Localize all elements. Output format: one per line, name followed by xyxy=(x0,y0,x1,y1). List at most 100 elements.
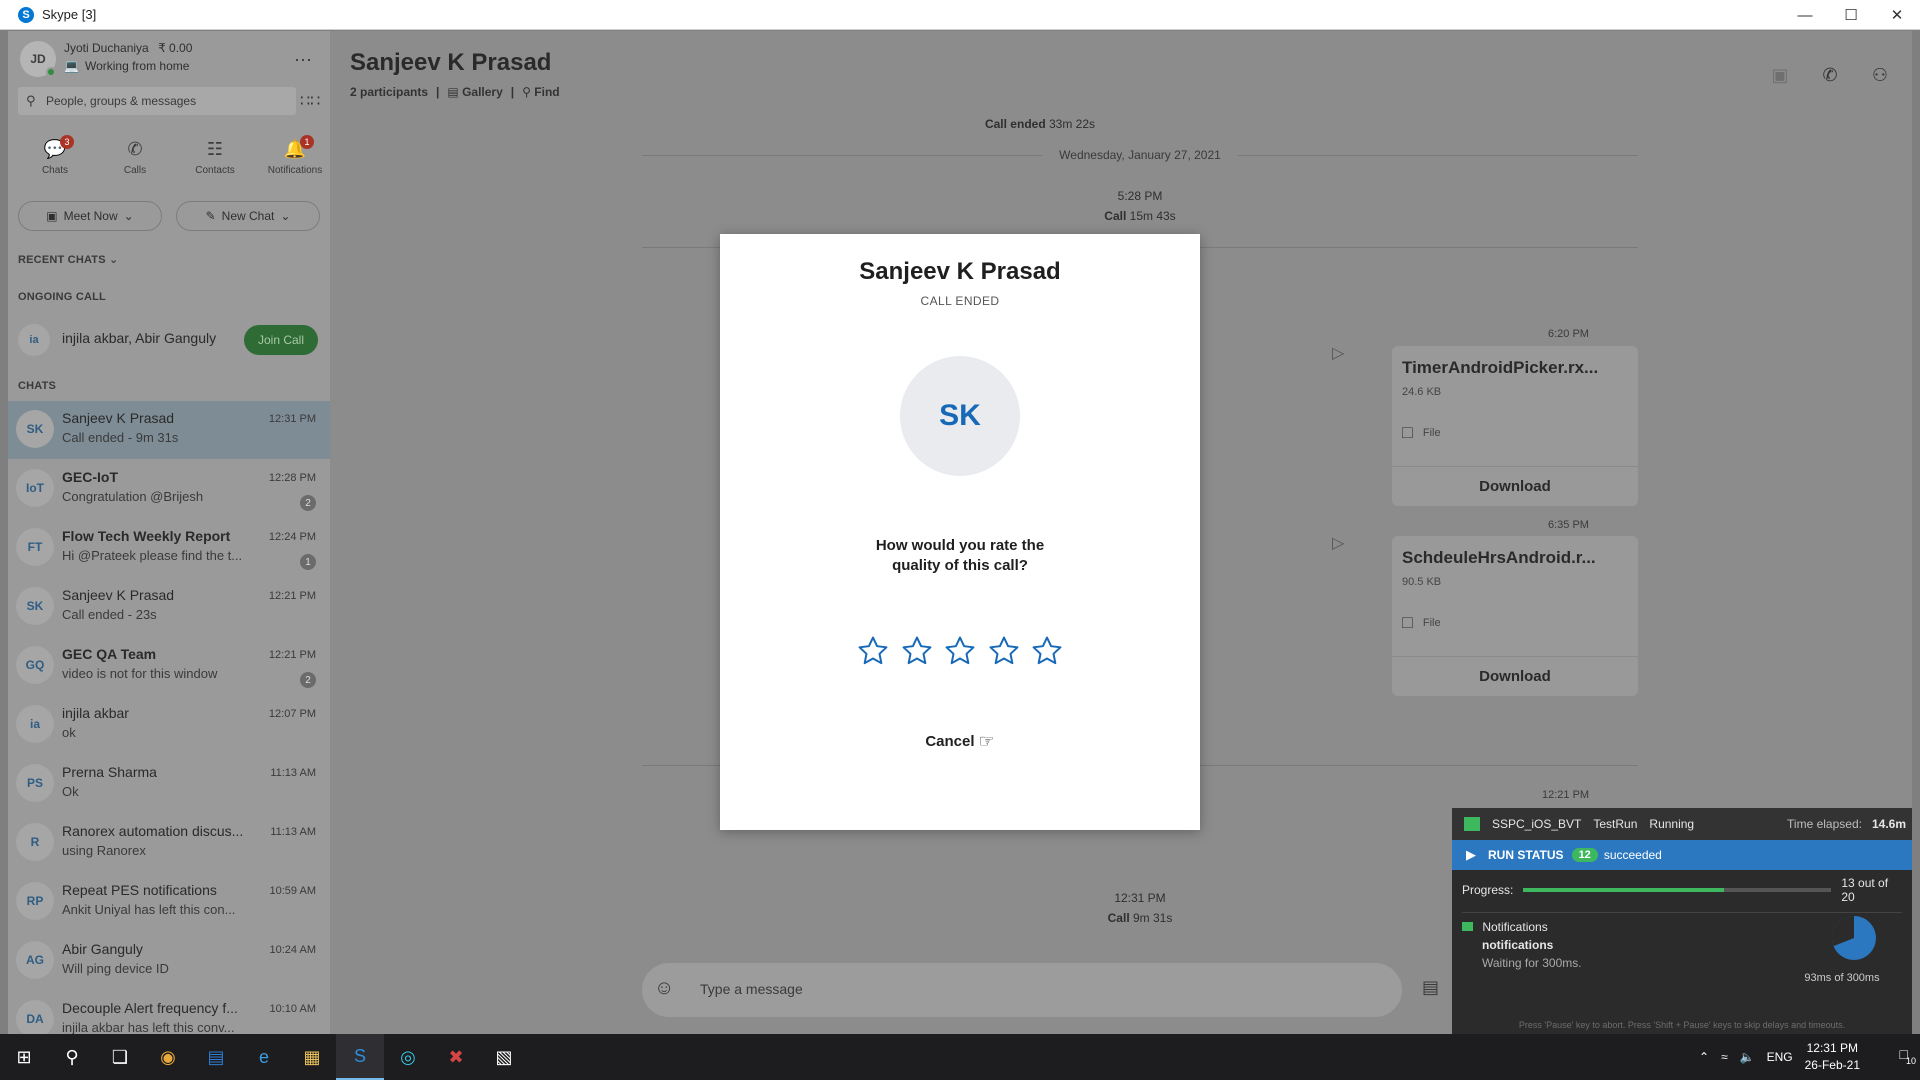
join-call-button[interactable]: Join Call xyxy=(244,325,318,355)
chevron-up-icon[interactable]: ⌃ xyxy=(1699,1050,1709,1064)
cancel-button[interactable]: Cancel ☞ xyxy=(910,726,1010,756)
new-chat-button[interactable]: ✎ New Chat ⌄ xyxy=(176,201,320,231)
ongoing-call-heading: ONGOING CALL xyxy=(18,291,106,303)
chat-time: 12:31 PM xyxy=(268,413,316,425)
star-4-icon[interactable] xyxy=(987,634,1021,668)
item-name: notifications xyxy=(1482,938,1554,952)
laptop-icon: 💻 xyxy=(64,59,79,73)
tab-notifications[interactable]: 🔔 Notifications 1 xyxy=(260,135,330,185)
video-call-icon[interactable]: ▣ xyxy=(1762,57,1798,93)
chevron-down-icon: ⌄ xyxy=(109,254,119,266)
file-explorer-icon[interactable]: ▦ xyxy=(288,1034,336,1080)
tab-calls[interactable]: ✆ Calls xyxy=(100,139,170,185)
chat-preview: Call ended - 9m 31s xyxy=(62,430,179,445)
find-link[interactable]: ⚲ Find xyxy=(522,85,559,99)
start-icon[interactable]: ⊞ xyxy=(0,1034,48,1080)
maximize-button[interactable]: ☐ xyxy=(1828,0,1874,30)
tab-chats[interactable]: 💬 Chats 3 xyxy=(20,135,90,185)
download-button[interactable]: Download xyxy=(1392,656,1638,696)
play-icon[interactable]: ▶ xyxy=(1466,847,1476,863)
hand-cursor-icon: ☞ xyxy=(978,730,995,751)
chat-list-item[interactable]: AG Abir Ganguly Will ping device ID 10:24 A… xyxy=(8,932,330,990)
audio-call-icon[interactable]: ✆ xyxy=(1812,57,1848,93)
outlook-icon[interactable]: ▤ xyxy=(192,1034,240,1080)
file-icon: □ xyxy=(1402,422,1413,442)
close-button[interactable]: ✕ xyxy=(1874,0,1920,30)
contacts-icon: ☷ xyxy=(206,139,224,159)
chat-preview: Will ping device ID xyxy=(62,961,169,976)
date-divider: Wednesday, January 27, 2021 xyxy=(1059,148,1221,162)
item-title: Notifications xyxy=(1482,920,1548,934)
edge-icon[interactable]: e xyxy=(240,1034,288,1080)
participants-link[interactable]: 2 participants xyxy=(350,85,428,99)
timer-pie-icon xyxy=(1831,916,1876,960)
profile-status[interactable]: 💻 Working from home xyxy=(64,59,189,73)
window-app-icon[interactable]: ▧ xyxy=(480,1034,528,1080)
windows-taskbar: ⊞ ⚲ ❏ ◉ ▤ e ▦ S ◎ ✖ ▧ ⌃ ≈ 🔈 ENG 12:31 PM… xyxy=(0,1034,1920,1080)
chat-list-item[interactable]: PS Prerna Sharma Ok 11:13 AM xyxy=(8,755,330,813)
chat-name: GEC-IoT xyxy=(62,469,118,485)
chat-list-item[interactable]: R Ranorex automation discus... using Ranor… xyxy=(8,814,330,872)
more-options-icon[interactable]: ··· xyxy=(294,49,312,70)
add-people-icon[interactable]: ⚇ xyxy=(1862,57,1898,93)
chat-time: 12:28 PM xyxy=(268,472,316,484)
star-1-icon[interactable] xyxy=(856,634,890,668)
emoji-icon[interactable]: ☺ xyxy=(654,977,674,1000)
dialpad-icon[interactable]: ∷∷ xyxy=(300,91,320,111)
chat-avatar: RP xyxy=(16,882,54,920)
meet-now-button[interactable]: ▣ Meet Now ⌄ xyxy=(18,201,162,231)
file-card[interactable]: SchdeuleHrsAndroid.r... 90.5 KB □ File Do… xyxy=(1392,536,1638,696)
ongoing-call-row[interactable]: ia injila akbar, Abir Ganguly Join Call xyxy=(8,311,330,369)
chat-list-item[interactable]: ia injila akbar ok 12:07 PM xyxy=(8,696,330,754)
skype-taskbar-icon[interactable]: S xyxy=(336,1034,384,1080)
bell-icon: 🔔 xyxy=(283,139,307,159)
download-button[interactable]: Download xyxy=(1392,466,1638,506)
app-icon[interactable]: ◎ xyxy=(384,1034,432,1080)
chat-time: 10:59 AM xyxy=(269,885,316,897)
runner-header: SSPC_iOS_BVT TestRun Running Time elapse… xyxy=(1452,808,1912,840)
volume-icon[interactable]: 🔈 xyxy=(1740,1050,1755,1064)
chat-list-item[interactable]: IoT GEC-IoT Congratulation @Brijesh 12:28 P… xyxy=(8,460,330,518)
ongoing-call-names: injila akbar, Abir Ganguly xyxy=(62,330,217,346)
message-input[interactable]: ☺ Type a message xyxy=(642,963,1402,1017)
gallery-link[interactable]: ▤ Gallery xyxy=(447,85,502,99)
chat-list-item[interactable]: FT Flow Tech Weekly Report Hi @Prateek ple… xyxy=(8,519,330,577)
profile-name: Jyoti Duchaniya xyxy=(64,41,149,55)
ranorex-taskbar-icon[interactable]: ✖ xyxy=(432,1034,480,1080)
star-2-icon[interactable] xyxy=(900,634,934,668)
chat-preview: Call ended - 23s xyxy=(62,607,157,622)
profile-name-row[interactable]: Jyoti Duchaniya ₹ 0.00 xyxy=(64,41,192,55)
clock[interactable]: 12:31 PM 26-Feb-21 xyxy=(1805,1040,1860,1074)
chat-list-item[interactable]: GQ GEC QA Team video is not for this windo… xyxy=(8,637,330,695)
phone-icon: ✆ xyxy=(127,139,143,159)
media-gallery-icon[interactable]: ▤ xyxy=(1422,977,1439,998)
system-tray: ⌃ ≈ 🔈 ENG 12:31 PM 26-Feb-21 xyxy=(1699,1034,1860,1080)
recent-chats-dropdown[interactable]: RECENT CHATS ⌄ xyxy=(18,253,118,266)
new-chat-label: New Chat xyxy=(221,209,275,223)
chat-name: Repeat PES notifications xyxy=(62,882,217,898)
chat-list-item[interactable]: SK Sanjeev K Prasad Call ended - 23s 12:21 … xyxy=(8,578,330,636)
run-status-label: RUN STATUS xyxy=(1488,848,1564,862)
search-input[interactable]: ⚲ People, groups & messages xyxy=(18,87,296,115)
star-3-icon[interactable] xyxy=(943,634,977,668)
search-placeholder: People, groups & messages xyxy=(46,94,197,108)
search-icon[interactable]: ⚲ xyxy=(48,1034,96,1080)
chat-list-item[interactable]: SK Sanjeev K Prasad Call ended - 9m 31s 12:… xyxy=(8,401,330,459)
elapsed-value: 14.6m xyxy=(1871,817,1906,831)
notification-count: 10 xyxy=(1905,1056,1916,1066)
chat-icon: 💬 xyxy=(43,139,67,159)
tab-contacts[interactable]: ☷ Contacts xyxy=(180,139,250,185)
star-5-icon[interactable] xyxy=(1030,634,1064,668)
chrome-icon[interactable]: ◉ xyxy=(144,1034,192,1080)
wifi-icon[interactable]: ≈ xyxy=(1721,1050,1728,1064)
chat-preview: ok xyxy=(62,725,76,740)
language-indicator[interactable]: ENG xyxy=(1767,1050,1793,1064)
chat-list-item[interactable]: RP Repeat PES notifications Ankit Uniyal h… xyxy=(8,873,330,931)
task-view-icon[interactable]: ❏ xyxy=(96,1034,144,1080)
minimize-button[interactable]: — xyxy=(1782,0,1828,30)
window-title: Skype [3] xyxy=(42,7,97,22)
dialog-title: Sanjeev K Prasad xyxy=(859,258,1061,285)
chat-time: 12:21 PM xyxy=(268,590,316,602)
chat-preview: Hi @Prateek please find the t... xyxy=(62,548,243,563)
file-card[interactable]: TimerAndroidPicker.rx... 24.6 KB □ File D… xyxy=(1392,346,1638,506)
